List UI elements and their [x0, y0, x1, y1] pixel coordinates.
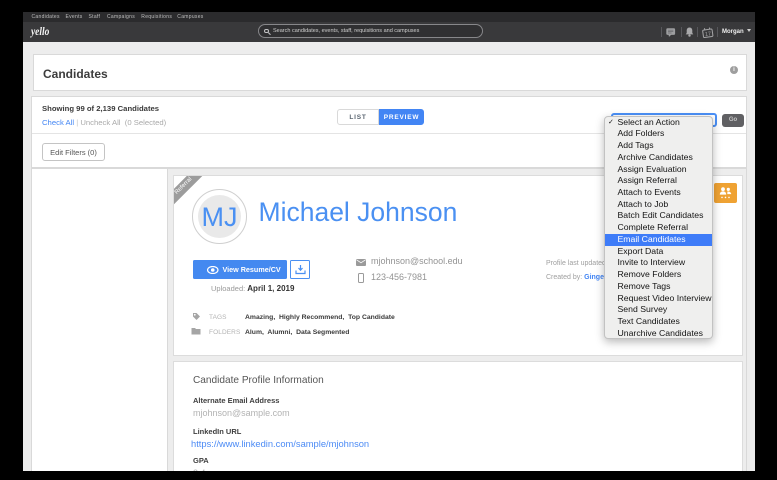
svg-text:17: 17 — [705, 31, 712, 38]
